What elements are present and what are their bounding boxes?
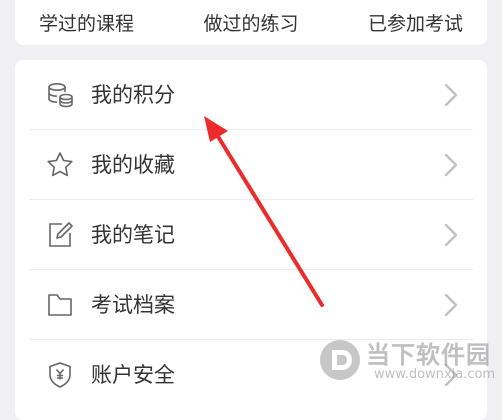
- watermark-title: 当下软件园: [366, 341, 491, 369]
- star-icon: [45, 150, 75, 180]
- chevron-right-icon: [444, 293, 458, 317]
- history-tabs-card: 学过的课程 做过的练习 已参加考试: [15, 0, 487, 45]
- menu-label: 账户安全: [91, 363, 175, 387]
- coins-icon: [45, 80, 75, 110]
- menu-label: 我的收藏: [91, 153, 175, 177]
- menu-item-my-favorites[interactable]: 我的收藏: [15, 130, 487, 200]
- shield-yen-icon: [45, 360, 75, 390]
- menu-label: 我的笔记: [91, 223, 175, 247]
- edit-note-icon: [45, 220, 75, 250]
- menu-label: 考试档案: [91, 293, 175, 317]
- watermark: 当下软件园 www.downxia.com: [318, 333, 498, 393]
- watermark-logo-icon: [320, 340, 360, 380]
- folder-icon: [45, 290, 75, 320]
- menu-item-my-points[interactable]: 我的积分: [15, 60, 487, 130]
- menu-label: 我的积分: [91, 83, 175, 107]
- tab-learned-courses[interactable]: 学过的课程: [39, 9, 134, 36]
- tab-done-exercises[interactable]: 做过的练习: [203, 9, 298, 36]
- tab-attended-exams[interactable]: 已参加考试: [368, 9, 463, 36]
- menu-item-my-notes[interactable]: 我的笔记: [15, 200, 487, 270]
- chevron-right-icon: [444, 83, 458, 107]
- watermark-url: www.downxia.com: [374, 367, 496, 382]
- menu-item-exam-records[interactable]: 考试档案: [15, 270, 487, 340]
- chevron-right-icon: [444, 153, 458, 177]
- chevron-right-icon: [444, 223, 458, 247]
